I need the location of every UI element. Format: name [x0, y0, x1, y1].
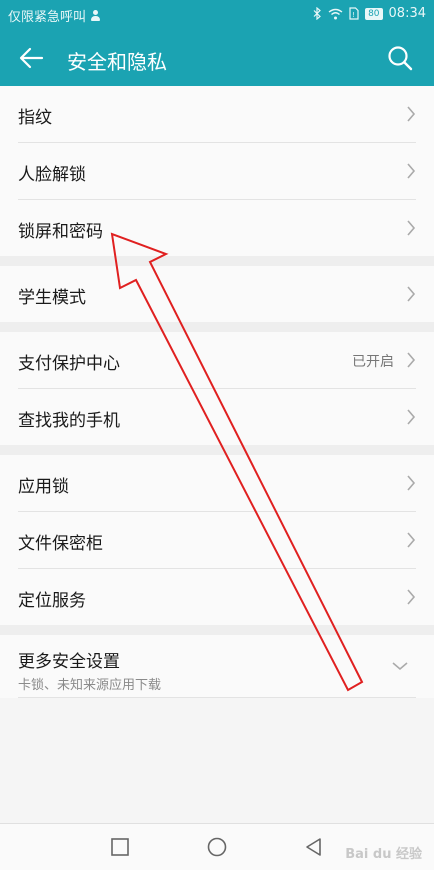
- person-icon: [90, 10, 101, 21]
- status-text: 仅限紧急呼叫: [8, 10, 87, 25]
- status-time: 08:34: [388, 6, 426, 21]
- item-label: 锁屏和密码: [18, 222, 103, 242]
- file-safe-item[interactable]: 文件保密柜: [18, 512, 416, 569]
- app-bar: 安全和隐私: [0, 30, 434, 86]
- status-right: ! 80 08:34: [313, 6, 426, 21]
- item-label: 更多安全设置: [18, 652, 120, 672]
- status-bar: 仅限紧急呼叫 ! 80 08:34: [0, 0, 434, 30]
- more-security-settings-item[interactable]: 更多安全设置 卡锁、未知来源应用下载: [18, 635, 416, 698]
- sim-icon: !: [349, 7, 359, 20]
- page-title: 安全和隐私: [67, 50, 167, 74]
- find-my-phone-item[interactable]: 查找我的手机: [18, 389, 416, 445]
- settings-group-2: 学生模式: [0, 266, 434, 322]
- chevron-right-icon: [407, 409, 416, 425]
- back-arrow-icon[interactable]: [18, 44, 46, 72]
- status-left: 仅限紧急呼叫: [8, 6, 101, 25]
- group-separator: [0, 322, 434, 332]
- chevron-right-icon: [407, 286, 416, 302]
- watermark: Bai du 经验: [345, 847, 422, 862]
- group-separator: [0, 256, 434, 266]
- settings-group-1: 指纹 人脸解锁 锁屏和密码: [0, 86, 434, 256]
- settings-group-4: 应用锁 文件保密柜 定位服务: [0, 455, 434, 625]
- item-label: 支付保护中心: [18, 354, 120, 374]
- settings-group-3: 支付保护中心 已开启 查找我的手机: [0, 332, 434, 445]
- settings-list: 指纹 人脸解锁 锁屏和密码 学生模式 支付保护中心 已开启 查找我的手机 应用锁…: [0, 86, 434, 698]
- chevron-down-icon: [392, 662, 408, 671]
- item-label: 文件保密柜: [18, 534, 103, 554]
- payment-protection-item[interactable]: 支付保护中心 已开启: [18, 332, 416, 389]
- item-label: 指纹: [18, 108, 52, 128]
- lock-screen-password-item[interactable]: 锁屏和密码: [18, 200, 416, 256]
- home-button[interactable]: [206, 836, 228, 858]
- group-separator: [0, 445, 434, 455]
- item-label: 定位服务: [18, 591, 86, 611]
- search-icon[interactable]: [386, 44, 414, 72]
- item-label: 学生模式: [18, 288, 86, 308]
- chevron-right-icon: [407, 475, 416, 491]
- chevron-right-icon: [407, 589, 416, 605]
- chevron-right-icon: [407, 220, 416, 236]
- fingerprint-item[interactable]: 指纹: [18, 86, 416, 143]
- chevron-right-icon: [407, 352, 416, 368]
- item-subtitle: 卡锁、未知来源应用下载: [18, 678, 162, 693]
- item-label: 人脸解锁: [18, 165, 86, 185]
- student-mode-item[interactable]: 学生模式: [18, 266, 416, 322]
- battery-icon: 80: [365, 7, 383, 20]
- face-unlock-item[interactable]: 人脸解锁: [18, 143, 416, 200]
- item-status: 已开启: [352, 354, 394, 370]
- group-separator: [0, 625, 434, 635]
- settings-group-5: 更多安全设置 卡锁、未知来源应用下载: [0, 635, 434, 698]
- item-label: 应用锁: [18, 477, 69, 497]
- svg-text:!: !: [352, 11, 355, 19]
- chevron-right-icon: [407, 532, 416, 548]
- item-label: 查找我的手机: [18, 411, 120, 431]
- bluetooth-icon: [313, 7, 321, 20]
- back-button[interactable]: [303, 836, 325, 858]
- app-lock-item[interactable]: 应用锁: [18, 455, 416, 512]
- recent-apps-button[interactable]: [109, 836, 131, 858]
- chevron-right-icon: [407, 163, 416, 179]
- location-services-item[interactable]: 定位服务: [18, 569, 416, 625]
- chevron-right-icon: [407, 106, 416, 122]
- wifi-icon: [328, 8, 343, 19]
- navigation-bar: Bai du 经验: [0, 823, 434, 870]
